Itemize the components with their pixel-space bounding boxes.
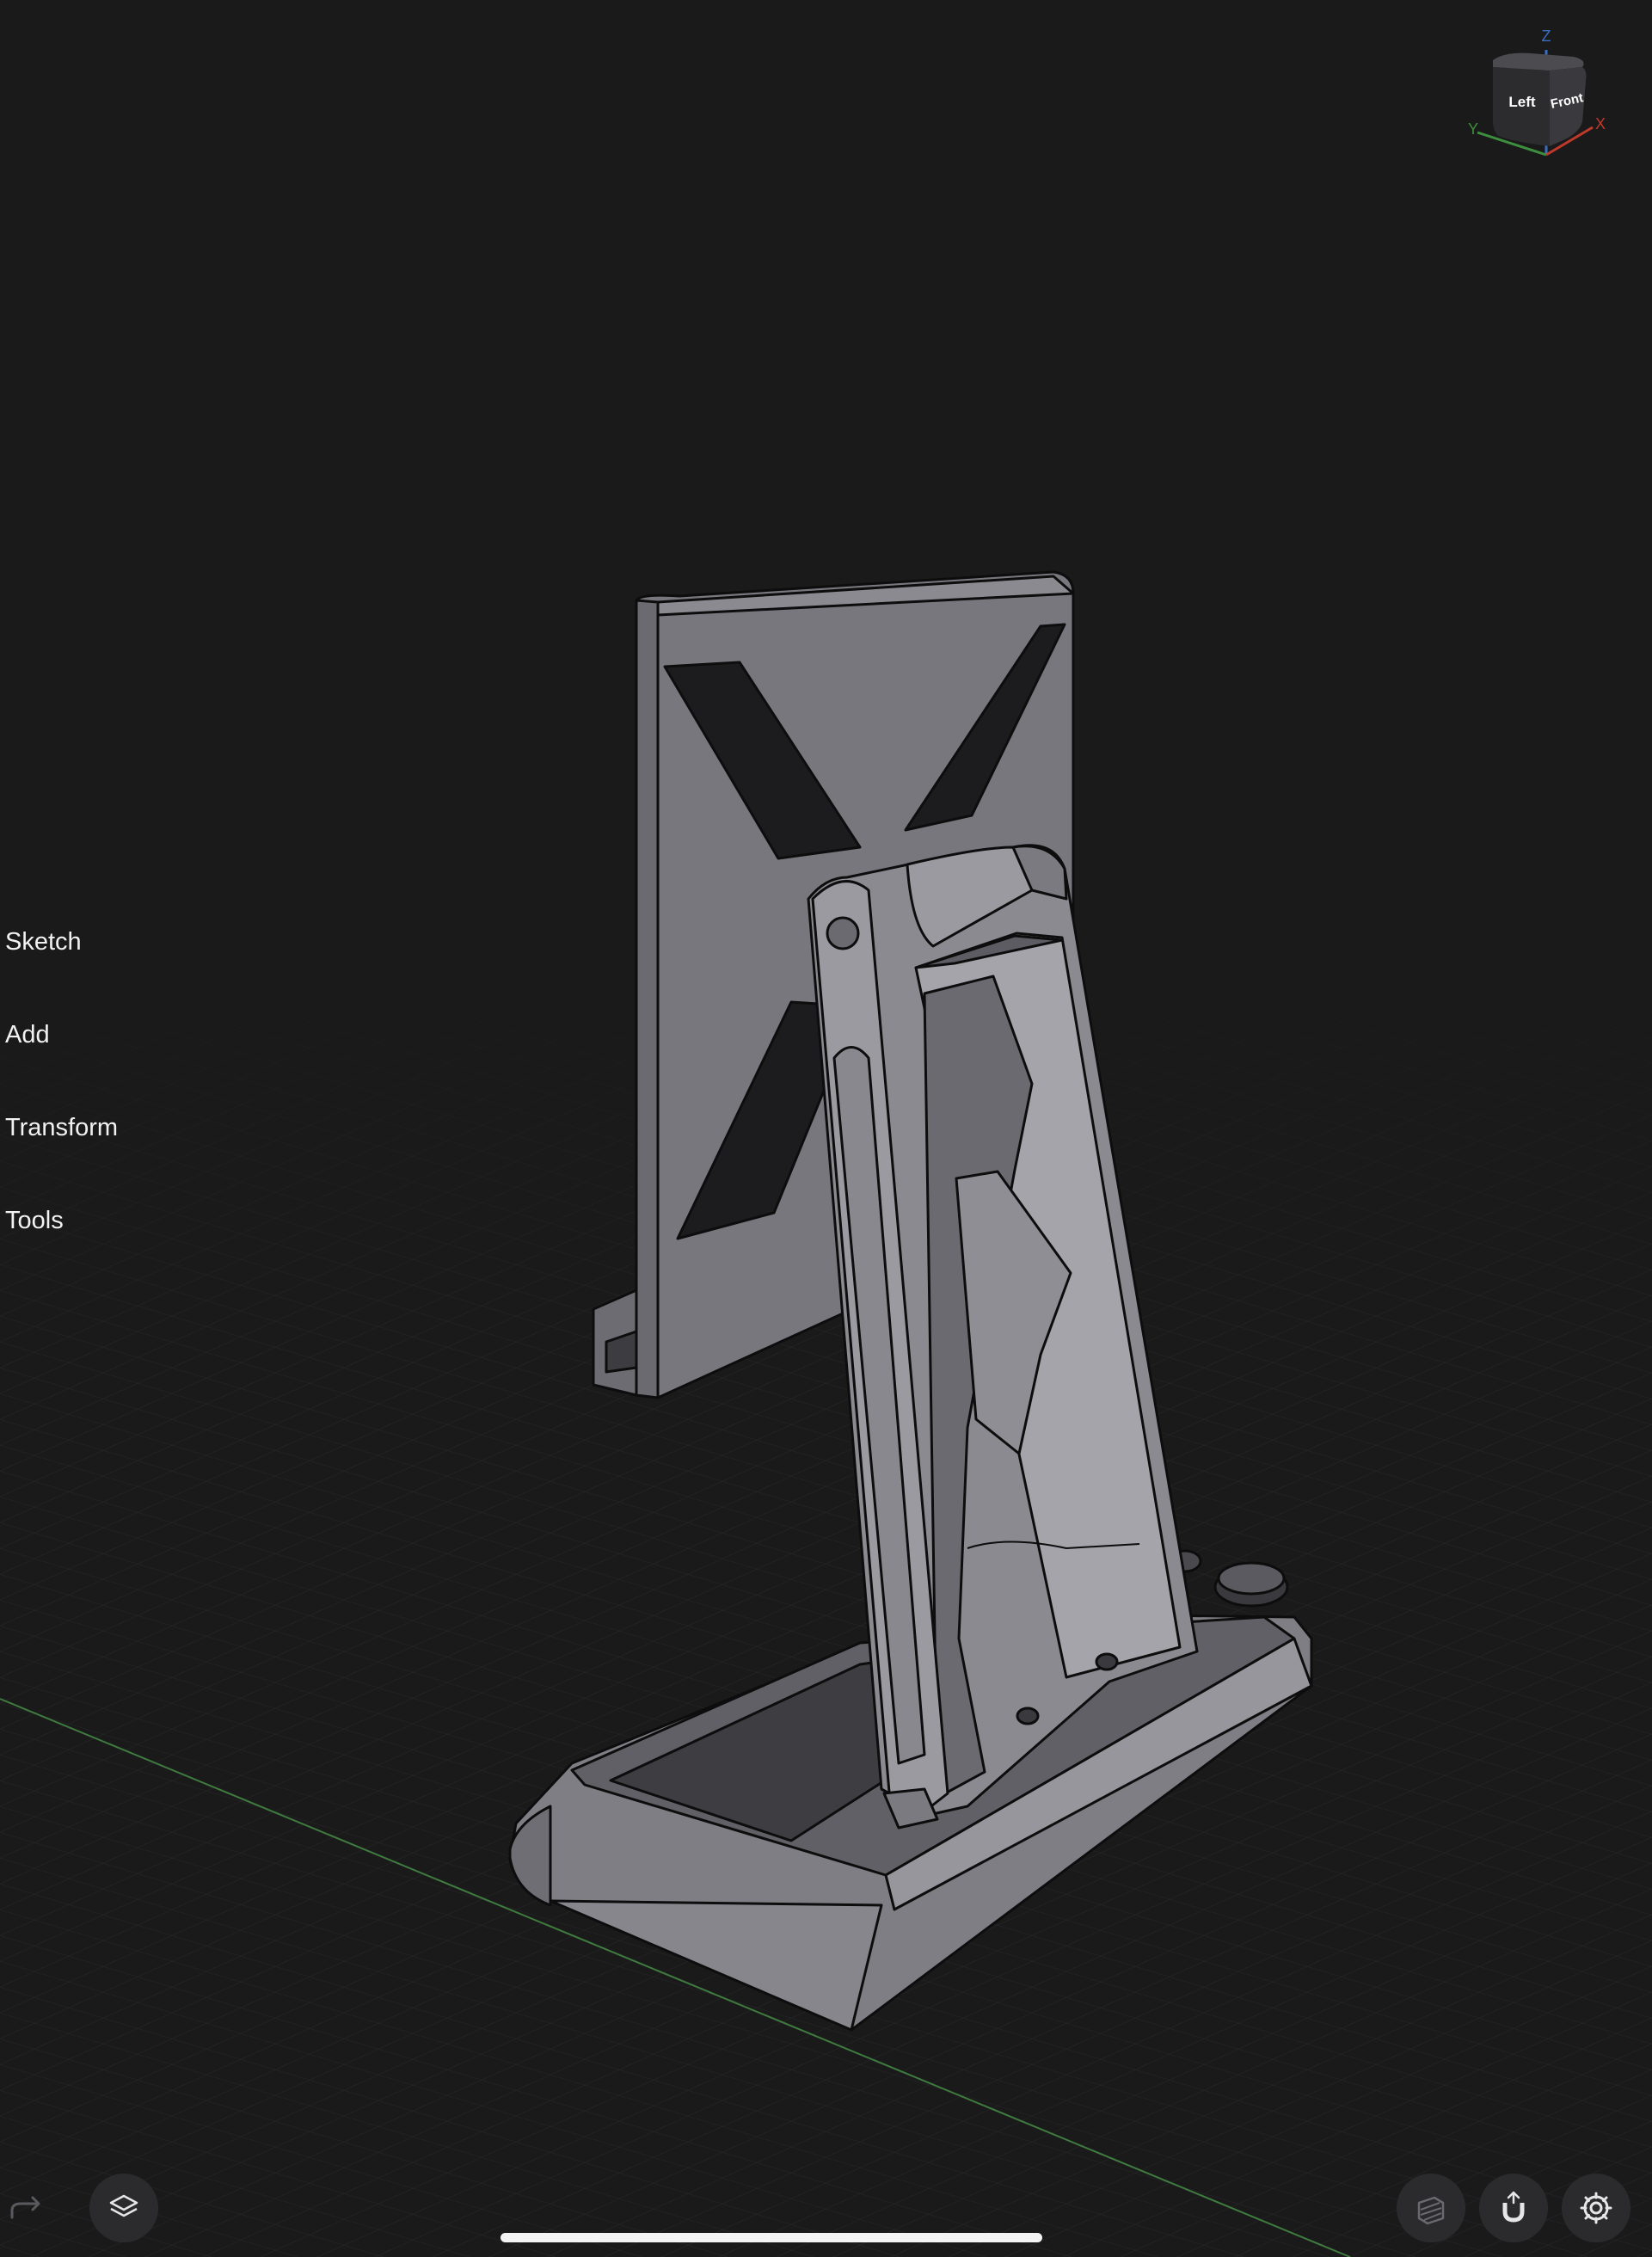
- layers-button[interactable]: [89, 2174, 158, 2242]
- snap-button[interactable]: [1479, 2174, 1548, 2242]
- cube-left-label: Left: [1508, 94, 1536, 110]
- menu-item-transform[interactable]: Transform: [5, 1104, 118, 1197]
- display-mode-icon: [1417, 2196, 1445, 2225]
- redo-icon: [10, 2196, 40, 2219]
- cube-top-face[interactable]: [1493, 52, 1584, 71]
- 3d-viewport[interactable]: [0, 0, 1652, 2257]
- display-mode-button[interactable]: [1397, 2174, 1465, 2242]
- home-indicator[interactable]: [501, 2233, 1042, 2242]
- axis-x-label: X: [1595, 115, 1606, 132]
- menu-item-sketch[interactable]: Sketch: [5, 919, 118, 1012]
- axis-z-label: Z: [1542, 28, 1551, 45]
- snap-magnet-icon: [1502, 2191, 1525, 2223]
- settings-gear-icon: [1580, 2192, 1612, 2224]
- settings-button[interactable]: [1562, 2174, 1631, 2242]
- layers-icon: [109, 2194, 138, 2217]
- menu-item-add[interactable]: Add: [5, 1012, 118, 1104]
- menu-item-tools[interactable]: Tools: [5, 1197, 118, 1290]
- axis-y-label: Y: [1468, 120, 1478, 138]
- view-cube[interactable]: Left Front Z Y X: [1445, 26, 1617, 163]
- left-menu: Sketch Add Transform Tools: [5, 919, 118, 1290]
